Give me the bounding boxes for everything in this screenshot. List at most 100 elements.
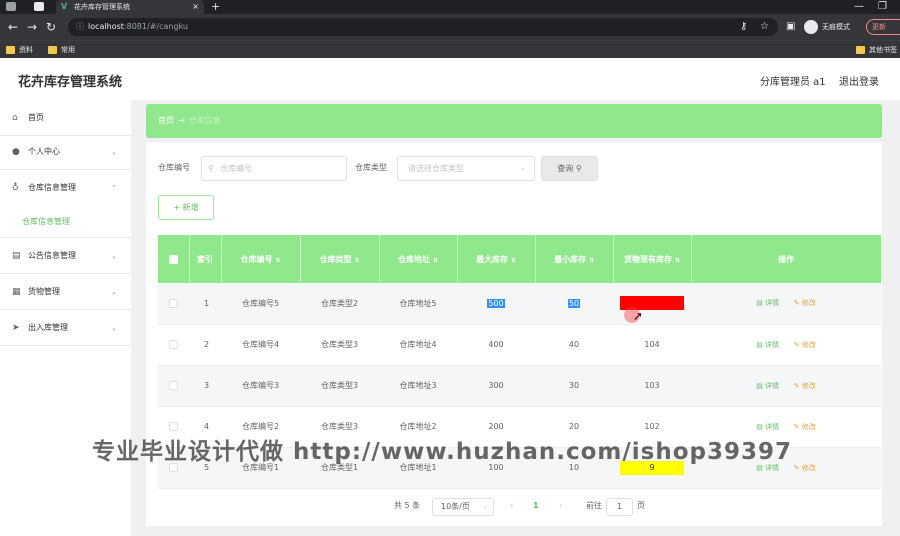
cell-address: 仓库地址3 bbox=[379, 365, 457, 407]
sidebar-item-goods[interactable]: ▦ 货物管理 ⌄ bbox=[0, 274, 131, 310]
sidebar-item-label: 仓库信息管理 bbox=[28, 183, 76, 192]
home-icon: ⌂ bbox=[12, 113, 18, 123]
detail-icon: ▤ bbox=[756, 381, 763, 390]
watermark: 专业毕业设计代做 http://www.huzhan.com/ishop3939… bbox=[92, 439, 793, 465]
page-size-select[interactable]: 10条/页 ⌄ bbox=[432, 498, 494, 516]
reload-icon[interactable]: ↻ bbox=[46, 20, 56, 34]
browser-tab-active[interactable]: V 花卉库存管理系统 × bbox=[56, 0, 204, 14]
cell-address: 仓库地址5 bbox=[379, 283, 457, 325]
browser-tab-strip: V 花卉库存管理系统 × + — ❐ bbox=[0, 0, 900, 14]
url-path: :8081/#/cangku bbox=[123, 22, 188, 31]
breadcrumb: 首页 → 仓库信息 bbox=[146, 104, 882, 138]
goto-page-input[interactable]: 1 bbox=[606, 498, 633, 516]
detail-icon: ▤ bbox=[756, 340, 763, 349]
select-all-checkbox[interactable] bbox=[158, 235, 190, 283]
bookmark-star-icon[interactable]: ☆ bbox=[760, 20, 769, 34]
other-bookmarks[interactable]: 其他书签 bbox=[856, 43, 897, 57]
next-page-button[interactable]: › bbox=[559, 497, 563, 515]
edit-button[interactable]: ✎ 修改 bbox=[794, 423, 816, 431]
update-button[interactable]: 更新 bbox=[866, 19, 900, 35]
new-tab-button[interactable]: + bbox=[211, 0, 220, 13]
app-title: 花卉库存管理系统 bbox=[18, 75, 123, 90]
sidebar-item-home[interactable]: ⌂ 首页 bbox=[0, 100, 131, 136]
search-icon: ⚲ bbox=[575, 164, 582, 173]
bookmark-folder-ziliao[interactable]: 资料 bbox=[6, 43, 33, 57]
cell-index: 3 bbox=[189, 365, 221, 407]
checkbox[interactable] bbox=[169, 422, 178, 431]
address-bar[interactable]: ⓘ localhost:8081/#/cangku bbox=[68, 18, 778, 36]
warehouse-code-input[interactable]: ⚲ 仓库编号 bbox=[201, 156, 347, 181]
cell-code: 仓库编号4 bbox=[221, 324, 300, 366]
sort-icon[interactable]: ⇅ bbox=[433, 257, 438, 264]
detail-button[interactable]: ▤ 详情 bbox=[756, 299, 779, 307]
detail-button[interactable]: ▤ 详情 bbox=[756, 341, 779, 349]
sidebar-item-personal[interactable]: ● 个人中心 ⌄ bbox=[0, 134, 131, 170]
sidebar-item-label: 个人中心 bbox=[28, 147, 60, 156]
edit-icon: ✎ bbox=[793, 422, 800, 431]
tab-close-icon[interactable]: × bbox=[192, 0, 199, 14]
row-checkbox-cell[interactable] bbox=[158, 324, 189, 366]
sidebar-item-notice[interactable]: ▤ 公告信息管理 ⌄ bbox=[0, 238, 131, 274]
prev-page-button[interactable]: ‹ bbox=[510, 497, 514, 515]
checkbox[interactable] bbox=[169, 381, 178, 390]
sort-icon[interactable]: ⇅ bbox=[675, 257, 680, 264]
incognito-icon bbox=[804, 20, 818, 34]
warehouse-type-select[interactable]: 请选择仓库类型 ⌄ bbox=[397, 156, 535, 181]
col-header-min[interactable]: 最小库存 ⇅ bbox=[535, 235, 614, 283]
edit-button[interactable]: ✎ 修改 bbox=[794, 299, 816, 307]
forward-icon[interactable]: → bbox=[27, 20, 37, 34]
sidebar-item-warehouse[interactable]: ♁ 仓库信息管理 ⌃ bbox=[0, 170, 131, 206]
folder-icon bbox=[48, 46, 57, 54]
page-number-current[interactable]: 1 bbox=[533, 497, 539, 515]
info-icon[interactable]: ⓘ bbox=[76, 18, 84, 36]
row-checkbox-cell[interactable] bbox=[158, 365, 189, 407]
warehouse-code-label: 仓库编号 bbox=[158, 163, 190, 172]
checkbox[interactable] bbox=[169, 340, 178, 349]
detail-button[interactable]: ▤ 详情 bbox=[756, 423, 779, 431]
col-header-index: 索引 bbox=[189, 235, 222, 283]
checkbox[interactable] bbox=[169, 298, 178, 308]
sort-icon[interactable]: ⇅ bbox=[511, 257, 516, 264]
sort-icon[interactable]: ⇅ bbox=[354, 257, 359, 264]
add-button-label: 新增 bbox=[182, 203, 199, 212]
col-header-address[interactable]: 仓库地址 ⇅ bbox=[379, 235, 458, 283]
bookmark-folder-changyong[interactable]: 常用 bbox=[48, 43, 75, 57]
tab-search-icon[interactable] bbox=[34, 2, 44, 11]
folder-icon bbox=[6, 46, 15, 54]
logout-link[interactable]: 退出登录 bbox=[839, 73, 879, 88]
row-checkbox-cell[interactable] bbox=[158, 283, 189, 325]
goto-label: 前往 bbox=[586, 501, 602, 510]
col-header-type[interactable]: 仓库类型 ⇅ bbox=[300, 235, 380, 283]
sort-icon[interactable]: ⇅ bbox=[275, 257, 280, 264]
incognito-label: 无痕模式 bbox=[822, 23, 850, 31]
checkbox[interactable] bbox=[168, 254, 178, 264]
chevron-down-icon: ⌄ bbox=[111, 288, 117, 296]
bookmarks-bar: 资料 常用 其他书签 bbox=[0, 40, 900, 58]
back-icon[interactable]: ← bbox=[8, 20, 18, 34]
detail-button[interactable]: ▤ 详情 bbox=[756, 382, 779, 390]
bookmark-label: 资料 bbox=[19, 46, 33, 54]
sort-icon[interactable]: ⇅ bbox=[589, 257, 594, 264]
add-button[interactable]: + 新增 bbox=[158, 195, 214, 220]
cell-max: 500 bbox=[457, 283, 535, 325]
col-header-code[interactable]: 仓库编号 ⇅ bbox=[221, 235, 301, 283]
query-button[interactable]: 查询 ⚲ bbox=[541, 156, 598, 181]
browser-profile-icon[interactable] bbox=[6, 2, 16, 11]
edit-button[interactable]: ✎ 修改 bbox=[794, 382, 816, 390]
search-icon: ⚲ bbox=[208, 164, 214, 173]
sidebar-item-inout[interactable]: ➤ 出入库管理 ⌄ bbox=[0, 310, 131, 346]
vue-logo-icon: V bbox=[61, 2, 68, 11]
chevron-down-icon: ⌄ bbox=[482, 503, 488, 510]
edit-button[interactable]: ✎ 修改 bbox=[794, 341, 816, 349]
edit-button[interactable]: ✎ 修改 bbox=[794, 464, 816, 472]
goods-icon: ▦ bbox=[12, 287, 21, 297]
key-icon[interactable]: ⚷ bbox=[740, 20, 747, 34]
minimize-icon[interactable]: — bbox=[854, 0, 864, 13]
col-header-stock[interactable]: 货物现有库存 ⇅ bbox=[613, 235, 692, 283]
breadcrumb-home[interactable]: 首页 bbox=[158, 116, 174, 125]
maximize-icon[interactable]: ❐ bbox=[878, 0, 887, 13]
col-header-max[interactable]: 最大库存 ⇅ bbox=[457, 235, 536, 283]
sidebar-subitem-warehouse-info[interactable]: 仓库信息管理 bbox=[0, 206, 131, 238]
table-row: 3 仓库编号3 仓库类型3 仓库地址3 300 30 103 ▤ 详情 ✎ 修改 bbox=[158, 365, 881, 407]
sidepanel-icon[interactable]: ▣ bbox=[786, 20, 795, 34]
